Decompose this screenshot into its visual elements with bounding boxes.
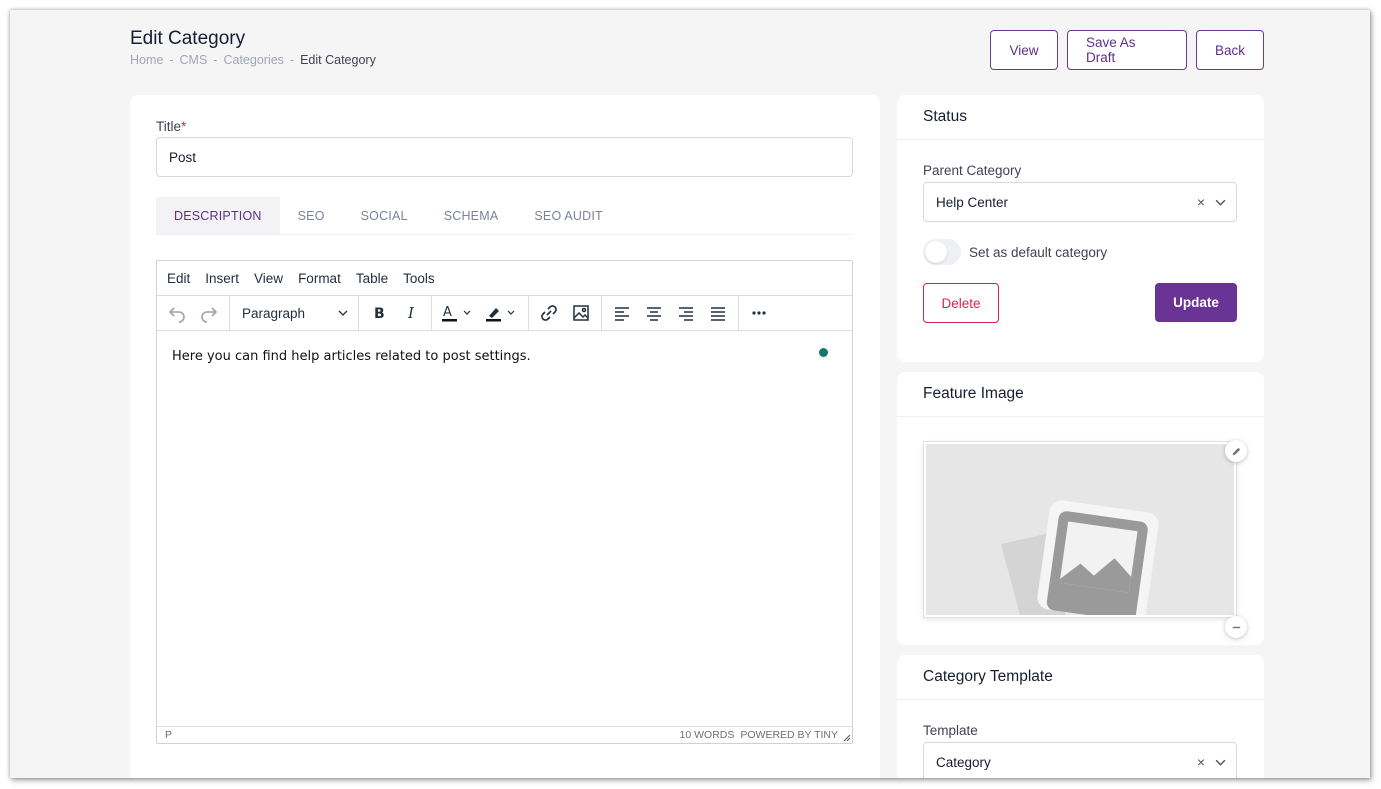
image-placeholder[interactable]: [924, 442, 1236, 617]
back-button[interactable]: Back: [1196, 30, 1264, 70]
tab-social[interactable]: SOCIAL: [343, 197, 426, 234]
template-value: Category: [936, 754, 991, 770]
breadcrumb-current: Edit Category: [300, 53, 376, 67]
save-as-draft-button[interactable]: Save As Draft: [1067, 30, 1187, 70]
text-style-group: B I: [359, 295, 432, 331]
default-category-label: Set as default category: [969, 244, 1108, 260]
insert-group: [529, 295, 602, 331]
menu-view[interactable]: View: [254, 271, 283, 286]
breadcrumb-home[interactable]: Home: [130, 53, 163, 67]
status-card: Status Parent Category Help Center × Set…: [897, 95, 1264, 362]
breadcrumb-separator: -: [289, 53, 295, 67]
svg-text:B: B: [374, 306, 385, 322]
align-left-icon[interactable]: [606, 298, 638, 328]
tab-schema[interactable]: SCHEMA: [426, 197, 517, 234]
svg-text:A: A: [443, 305, 452, 320]
align-right-icon[interactable]: [670, 298, 702, 328]
menu-format[interactable]: Format: [298, 271, 341, 286]
chevron-down-icon[interactable]: [1215, 757, 1226, 768]
page-actions: View Save As Draft Back: [990, 30, 1264, 70]
parent-category-label: Parent Category: [923, 163, 1022, 178]
more-icon[interactable]: [743, 298, 775, 328]
title-label: Title: [156, 119, 182, 134]
editor-menubar: Edit Insert View Format Table Tools: [157, 261, 852, 296]
menu-tools[interactable]: Tools: [403, 271, 435, 286]
parent-category-value: Help Center: [936, 194, 1009, 210]
image-icon[interactable]: [565, 298, 597, 328]
statusbar-right: 10 WORDS POWERED BY TINY: [680, 729, 844, 741]
menu-edit[interactable]: Edit: [167, 271, 190, 286]
category-template-heading: Category Template: [897, 655, 1264, 700]
breadcrumb-separator: -: [169, 53, 174, 67]
editor-toolbar: Paragraph B I A: [157, 295, 852, 331]
chevron-down-icon: [338, 310, 348, 316]
required-mark: *: [181, 119, 187, 134]
template-select[interactable]: Category ×: [923, 742, 1237, 778]
title-label-wrap: Title*: [156, 119, 186, 134]
minus-icon: [1232, 626, 1240, 628]
menu-insert[interactable]: Insert: [205, 271, 239, 286]
svg-text:I: I: [407, 304, 415, 322]
template-label: Template: [923, 723, 978, 738]
resize-handle-icon[interactable]: [842, 733, 851, 742]
clear-icon[interactable]: ×: [1197, 754, 1205, 770]
select-controls: ×: [1197, 194, 1226, 210]
italic-icon[interactable]: I: [395, 298, 427, 328]
chevron-down-icon[interactable]: [1215, 197, 1226, 208]
text-color-icon[interactable]: A: [436, 298, 480, 328]
title-input[interactable]: Post: [156, 137, 853, 177]
tab-seo-audit[interactable]: SEO AUDIT: [516, 197, 620, 234]
undo-icon[interactable]: [161, 298, 193, 328]
clear-icon[interactable]: ×: [1197, 194, 1205, 210]
tab-bar: DESCRIPTION SEO SOCIAL SCHEMA SEO AUDIT: [156, 197, 853, 235]
breadcrumb-categories[interactable]: Categories: [223, 53, 283, 67]
menu-table[interactable]: Table: [356, 271, 388, 286]
history-group: [157, 295, 230, 331]
page-title: Edit Category: [130, 28, 246, 49]
alignment-group: [602, 295, 739, 331]
powered-by-link[interactable]: POWERED BY TINY: [740, 729, 838, 741]
delete-button[interactable]: Delete: [923, 283, 999, 323]
editor-statusbar: P 10 WORDS POWERED BY TINY: [157, 726, 852, 743]
editor-paragraph: Here you can find help articles related …: [172, 349, 531, 364]
block-format-select[interactable]: Paragraph: [234, 298, 354, 328]
main-form-card: Title* Post DESCRIPTION SEO SOCIAL SCHEM…: [130, 95, 880, 778]
highlight-icon[interactable]: [480, 298, 524, 328]
feature-image-card: Feature Image: [897, 372, 1264, 645]
view-button[interactable]: View: [990, 30, 1058, 70]
breadcrumb: Home - CMS - Categories - Edit Category: [130, 53, 376, 67]
link-icon[interactable]: [533, 298, 565, 328]
category-template-card: Category Template Template Category ×: [897, 655, 1264, 778]
tab-seo[interactable]: SEO: [280, 197, 343, 234]
select-controls: ×: [1197, 754, 1226, 770]
more-group: [739, 296, 779, 331]
update-button[interactable]: Update: [1155, 283, 1237, 322]
default-toggle-row: Set as default category: [923, 239, 1107, 265]
tab-description[interactable]: DESCRIPTION: [156, 197, 280, 234]
remove-image-button[interactable]: [1225, 616, 1247, 638]
redo-icon[interactable]: [193, 298, 225, 328]
justify-icon[interactable]: [702, 298, 734, 328]
pencil-icon: [1232, 447, 1240, 455]
breadcrumb-separator: -: [213, 53, 218, 67]
align-center-icon[interactable]: [638, 298, 670, 328]
editor-content[interactable]: Here you can find help articles related …: [157, 331, 852, 726]
rich-text-editor: Edit Insert View Format Table Tools Para…: [156, 260, 853, 744]
block-format-group: Paragraph: [230, 295, 359, 331]
image-placeholder-icon: [1001, 500, 1159, 615]
status-dot-icon: [819, 348, 828, 357]
word-count[interactable]: 10 WORDS: [680, 729, 735, 741]
app-window: Edit Category Home - CMS - Categories - …: [10, 10, 1370, 778]
edit-image-button[interactable]: [1225, 440, 1247, 462]
feature-image-heading: Feature Image: [897, 372, 1264, 417]
block-format-value: Paragraph: [242, 305, 306, 321]
bold-icon[interactable]: B: [363, 298, 395, 328]
element-path[interactable]: P: [165, 729, 172, 741]
default-category-toggle[interactable]: [923, 239, 961, 265]
breadcrumb-cms[interactable]: CMS: [180, 53, 208, 67]
parent-category-select[interactable]: Help Center ×: [923, 182, 1237, 222]
color-group: A: [432, 295, 529, 331]
status-card-heading: Status: [897, 95, 1264, 140]
